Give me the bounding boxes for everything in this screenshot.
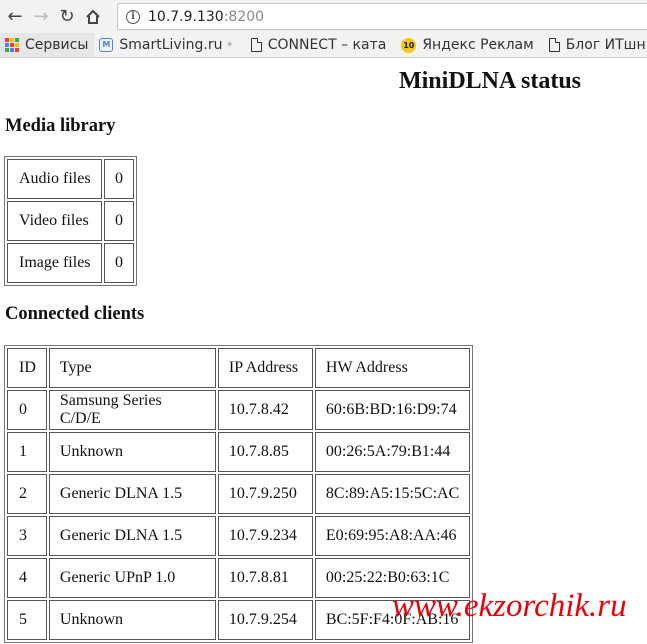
client-type: Samsung Series C/D/E <box>48 390 216 430</box>
url-port: :8200 <box>223 8 265 25</box>
apps-grid-icon <box>5 38 19 52</box>
table-header-row: ID Type IP Address HW Address <box>7 348 471 388</box>
bookmark-label: Сервисы <box>25 37 89 53</box>
reload-button[interactable]: ↻ <box>54 4 80 30</box>
table-row: Image files 0 <box>7 243 134 283</box>
client-id: 4 <box>7 558 47 598</box>
client-type: Unknown <box>48 600 216 640</box>
bookmarks-bar: Сервисы M SmartLiving.ru • CONNECT – ката… <box>0 33 647 58</box>
table-row: Video files 0 <box>7 201 134 241</box>
bookmark-connect[interactable]: CONNECT – ката <box>246 33 393 57</box>
bookmark-label: CONNECT – ката <box>267 37 387 53</box>
table-row: Audio files 0 <box>7 159 134 199</box>
separator-dot: • <box>225 37 234 53</box>
client-hw: 8C:89:A5:15:5C:AC <box>314 474 471 514</box>
page-icon <box>548 38 560 52</box>
column-header-ip: IP Address <box>217 348 313 388</box>
smartliving-favicon-icon: M <box>99 38 114 52</box>
page-title: MiniDLNA status <box>398 68 582 94</box>
client-ip: 10.7.8.85 <box>217 432 313 472</box>
table-row: 2 Generic DLNA 1.5 10.7.9.250 8C:89:A5:1… <box>7 474 471 514</box>
watermark: www.ekzorchik.ru <box>392 588 627 624</box>
column-header-type: Type <box>48 348 216 388</box>
client-type: Generic DLNA 1.5 <box>48 474 216 514</box>
client-type: Generic DLNA 1.5 <box>48 516 216 556</box>
media-count: 0 <box>104 159 134 199</box>
media-label: Audio files <box>7 159 102 199</box>
bookmark-blog[interactable]: Блог ИТшн <box>544 33 647 57</box>
bookmark-apps[interactable]: Сервисы <box>0 33 95 57</box>
back-button[interactable]: ← <box>2 4 28 30</box>
bookmark-label: Яндекс Реклам <box>422 37 534 53</box>
bookmark-smartliving[interactable]: M SmartLiving.ru • <box>94 33 239 57</box>
client-ip: 10.7.9.250 <box>217 474 313 514</box>
client-id: 2 <box>7 474 47 514</box>
connected-clients-heading: Connected clients <box>5 304 145 324</box>
page-icon <box>250 38 262 52</box>
table-row: 1 Unknown 10.7.8.85 00:26:5A:79:B1:44 <box>7 432 471 472</box>
forward-button[interactable]: → <box>28 4 54 30</box>
client-id: 3 <box>7 516 47 556</box>
home-icon <box>86 9 100 24</box>
column-header-hw: HW Address <box>314 348 471 388</box>
media-library-table: Audio files 0 Video files 0 Image files … <box>4 156 137 286</box>
media-count: 0 <box>104 201 134 241</box>
media-label: Video files <box>7 201 102 241</box>
bookmark-yandex[interactable]: 10 Яндекс Реклам <box>396 33 539 57</box>
info-icon[interactable]: i <box>126 9 140 24</box>
client-hw: 00:26:5A:79:B1:44 <box>314 432 471 472</box>
column-header-id: ID <box>7 348 47 388</box>
client-ip: 10.7.8.81 <box>217 558 313 598</box>
client-type: Unknown <box>48 432 216 472</box>
address-bar[interactable]: i 10.7.9.130:8200 <box>117 3 647 30</box>
table-row: 3 Generic DLNA 1.5 10.7.9.234 E0:69:95:A… <box>7 516 471 556</box>
yandex-favicon-icon: 10 <box>401 37 417 53</box>
client-type: Generic UPnP 1.0 <box>48 558 216 598</box>
arrow-left-icon: ← <box>7 6 23 27</box>
reload-icon: ↻ <box>59 6 75 27</box>
client-hw: E0:69:95:A8:AA:46 <box>314 516 471 556</box>
url-host: 10.7.9.130 <box>148 8 224 25</box>
client-id: 5 <box>7 600 47 640</box>
client-ip: 10.7.9.254 <box>217 600 313 640</box>
bookmark-label: Блог ИТшн <box>565 37 646 53</box>
home-button[interactable] <box>80 4 106 30</box>
table-row: 0 Samsung Series C/D/E 10.7.8.42 60:6B:B… <box>7 390 471 430</box>
media-count: 0 <box>104 243 134 283</box>
bookmark-label: SmartLiving.ru <box>119 37 223 53</box>
client-ip: 10.7.9.234 <box>217 516 313 556</box>
client-ip: 10.7.8.42 <box>217 390 313 430</box>
media-library-heading: Media library <box>5 116 116 136</box>
client-id: 1 <box>7 432 47 472</box>
media-label: Image files <box>7 243 102 283</box>
client-id: 0 <box>7 390 47 430</box>
client-hw: 60:6B:BD:16:D9:74 <box>314 390 471 430</box>
browser-toolbar: ← → ↻ i 10.7.9.130:8200 <box>0 0 647 33</box>
arrow-right-icon: → <box>33 6 49 27</box>
